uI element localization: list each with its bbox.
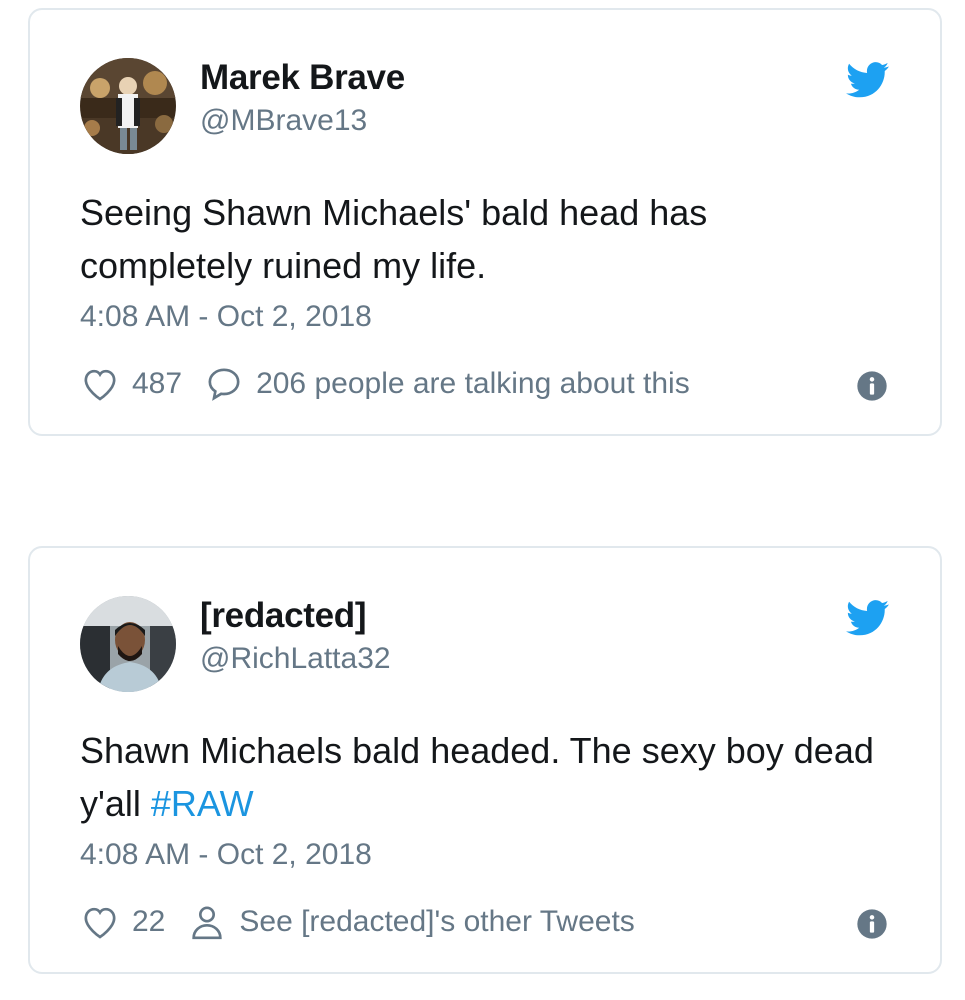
tweet-text-body: Seeing Shawn Michaels' bald head has com… xyxy=(80,192,708,286)
tweet-actions: 487 206 people are talking about this xyxy=(80,364,690,404)
tweet-text: Shawn Michaels bald headed. The sexy boy… xyxy=(80,724,880,830)
hashtag-link[interactable]: #RAW xyxy=(151,783,254,824)
speech-bubble-icon[interactable] xyxy=(204,364,244,404)
heart-icon[interactable] xyxy=(80,902,120,942)
talking-about-link[interactable]: 206 people are talking about this xyxy=(256,367,690,401)
tweet-timestamp[interactable]: 4:08 AM - Oct 2, 2018 xyxy=(80,838,372,872)
twitter-bird-icon[interactable] xyxy=(846,62,890,98)
tweet-text: Seeing Shawn Michaels' bald head has com… xyxy=(80,186,880,292)
user-handle[interactable]: @MBrave13 xyxy=(200,104,367,138)
user-handle[interactable]: @RichLatta32 xyxy=(200,642,391,676)
tweet-timestamp[interactable]: 4:08 AM - Oct 2, 2018 xyxy=(80,300,372,334)
avatar[interactable] xyxy=(80,596,176,692)
tweet-actions: 22 See [redacted]'s other Tweets xyxy=(80,902,635,942)
person-icon[interactable] xyxy=(187,902,227,942)
tweet-card[interactable]: [redacted] @RichLatta32 Shawn Michaels b… xyxy=(28,546,942,974)
like-count[interactable]: 22 xyxy=(132,905,165,939)
info-icon[interactable] xyxy=(856,908,888,940)
twitter-bird-icon[interactable] xyxy=(846,600,890,636)
heart-icon[interactable] xyxy=(80,364,120,404)
avatar[interactable] xyxy=(80,58,176,154)
other-tweets-link[interactable]: See [redacted]'s other Tweets xyxy=(239,905,634,939)
display-name[interactable]: Marek Brave xyxy=(200,58,405,98)
info-icon[interactable] xyxy=(856,370,888,402)
display-name[interactable]: [redacted] xyxy=(200,596,367,636)
like-count[interactable]: 487 xyxy=(132,367,182,401)
tweet-card[interactable]: Marek Brave @MBrave13 Seeing Shawn Micha… xyxy=(28,8,942,436)
